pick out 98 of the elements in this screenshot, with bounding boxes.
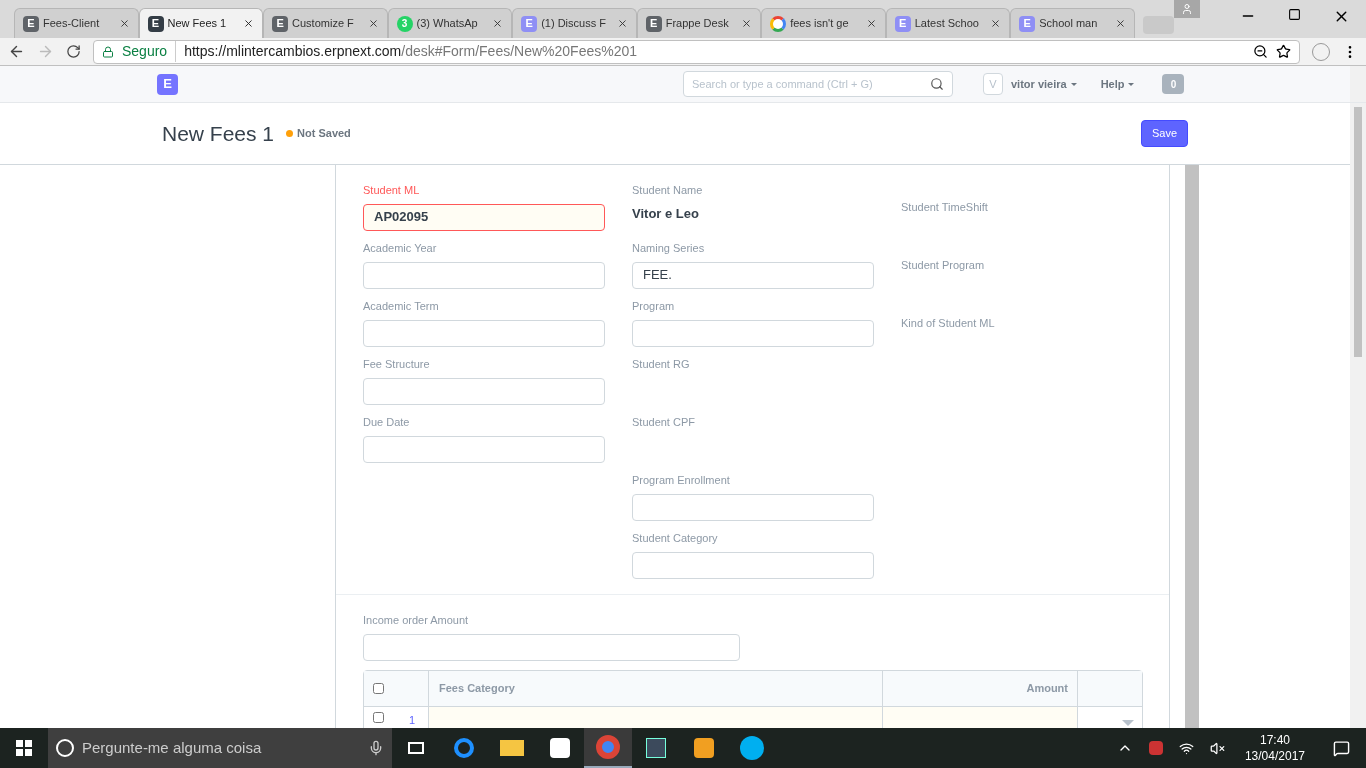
column-header: Amount [883,670,1078,706]
field-label: Student Program [901,258,986,273]
row-number: 1 [409,712,416,728]
close-icon[interactable] [492,18,504,29]
microphone-icon[interactable] [368,740,384,756]
browser-tab[interactable]: fees isn't ge [761,8,886,38]
column-header: Fees Category [429,670,883,706]
tab-title: Frappe Desk [665,16,730,32]
input-field[interactable]: FEE. [632,261,874,289]
mute-icon[interactable] [1209,740,1225,756]
user-avatar: V [983,73,1003,95]
favicon: E [23,15,39,32]
select-all-checkbox[interactable] [373,682,384,694]
zoom-icon[interactable] [1253,44,1268,59]
browser-tab[interactable]: 3 (3) WhatsAp [387,8,513,38]
close-icon[interactable] [741,18,753,29]
clock[interactable]: 17:40 13/04/2017 [1244,732,1305,764]
favicon: E [147,15,164,32]
browser-tab[interactable]: E Latest Schoo [885,8,1011,38]
input-field[interactable] [363,261,605,289]
field-label: Program [632,299,676,314]
field-label: Program Enrollment [632,473,731,488]
browser-tab[interactable]: E Customize F [263,8,388,38]
field-label: Fee Structure [363,357,431,372]
field-label: Student ML [363,183,421,198]
close-icon[interactable] [367,18,379,29]
chrome-taskbar-icon[interactable] [584,728,632,768]
reload-icon[interactable] [66,44,81,59]
tab-title: New Fees 1 [167,16,228,32]
tab-title: School man [1039,16,1099,32]
field-label: Income order Amount [363,613,470,628]
tab-title: (1) Discuss F [541,16,607,32]
browser-tab[interactable]: E New Fees 1 [138,8,264,38]
caret-icon [1070,82,1077,86]
tab-title: (3) WhatsAp [416,16,479,32]
bookmark-star-icon[interactable] [1276,44,1291,59]
scrollbar[interactable] [1185,165,1199,728]
address-bar[interactable]: Seguro https://mlintercambios.erpnext.com/desk#Form/Fees/New%20Fees%201 [93,39,1300,64]
close-icon[interactable] [616,18,628,29]
field-label: Kind of Student ML [901,316,996,331]
maximize-icon[interactable] [1288,8,1302,21]
browser-tab[interactable]: E Fees-Client [14,8,139,38]
taskbar-search-field[interactable]: Pergunte-me alguma coisa [48,728,392,768]
app-logo[interactable]: E [157,73,178,95]
close-icon[interactable] [990,18,1002,29]
favicon: E [272,15,289,32]
field-label: Student CPF [632,415,696,430]
browser-tab[interactable]: E Frappe Desk [636,8,762,38]
wifi-icon[interactable] [1178,740,1194,756]
favicon: E [645,15,662,32]
input-field[interactable] [363,633,740,661]
close-icon[interactable] [118,18,130,29]
lock-icon [102,45,114,58]
field-value: Vitor e Leo [632,204,700,223]
browser-tab[interactable]: E School man [1010,8,1135,38]
close-icon[interactable] [865,18,877,29]
caret-icon [1128,82,1135,86]
help-menu[interactable]: Help [1100,75,1135,93]
input-field[interactable] [363,319,605,347]
input-field[interactable] [632,319,874,347]
field-label: Student Name [632,183,704,198]
input-field[interactable] [363,377,605,405]
field-label: Student Category [632,531,719,546]
close-icon[interactable] [1114,18,1126,29]
close-icon[interactable] [243,18,255,29]
field-label: Due Date [363,415,411,430]
field-label: Student RG [632,357,691,372]
status-text: Not Saved [297,126,351,142]
tab-title: Customize F [292,16,355,32]
input-field[interactable]: AP02095 [363,203,605,231]
user-icon [1181,3,1194,15]
field-label: Student TimeShift [901,200,989,215]
page-title: New Fees 1 [162,120,275,147]
tab-title: Fees-Client [43,16,101,32]
scrollbar-thumb[interactable] [1354,107,1362,357]
input-field[interactable] [632,493,874,521]
search-icon [930,77,944,91]
favicon: 3 [396,15,413,32]
secure-label: Seguro [122,41,177,62]
url-text: https://mlintercambios.erpnext.com/desk#Form/Fees/New%20Fees%201 [184,42,638,61]
user-menu[interactable]: vitor vieira [1011,75,1077,93]
browser-tab[interactable]: E (1) Discuss F [512,8,637,38]
back-icon[interactable] [8,43,25,60]
field-label: Academic Term [363,299,440,314]
favicon: E [521,15,538,32]
tab-title: Latest Schoo [914,16,980,32]
input-field[interactable] [363,435,605,463]
favicon: E [894,15,911,32]
save-button[interactable]: Save [1140,120,1188,147]
input-field[interactable] [632,551,874,579]
cortana-icon [56,739,74,757]
notifications-icon[interactable] [1333,739,1350,757]
field-label: Naming Series [632,241,706,256]
shield-icon[interactable] [1148,741,1163,755]
row-checkbox[interactable] [373,711,384,723]
favicon: E [1019,15,1036,32]
tab-title: fees isn't ge [790,16,850,32]
field-label: Academic Year [363,241,438,256]
